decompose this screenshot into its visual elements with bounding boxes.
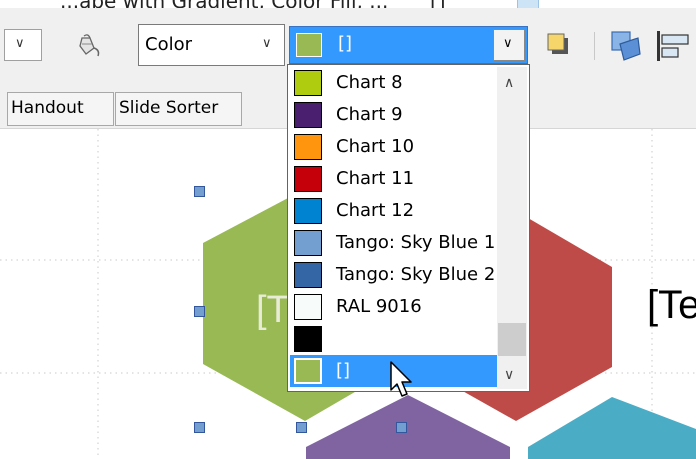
fill-color-dropdown-button[interactable]: ∨ <box>493 29 525 61</box>
color-option-label: Tango: Sky Blue 2 <box>336 264 496 285</box>
align-icon[interactable] <box>655 30 691 62</box>
line-style-combo[interactable]: ∨ <box>4 29 42 61</box>
tooltip-cut-text: ...ape with Gradient, Color Fill, ... <box>60 0 388 8</box>
tab-slide-sorter[interactable]: Slide Sorter <box>115 92 242 126</box>
area-style-dropdown-button[interactable]: ∨ <box>254 25 284 65</box>
hexagon-purple <box>306 395 510 459</box>
fill-color-value: [] <box>338 33 353 54</box>
color-option[interactable]: RAL 9016 <box>290 291 516 323</box>
color-option[interactable]: Chart 8 <box>290 67 516 99</box>
color-option[interactable]: Chart 9 <box>290 99 516 131</box>
color-option[interactable]: Chart 10 <box>290 131 516 163</box>
color-option-label: RAL 9016 <box>336 296 422 317</box>
mouse-pointer-icon <box>390 361 412 397</box>
scroll-up-icon[interactable]: ∧ <box>504 75 514 91</box>
shadow-icon[interactable] <box>545 30 573 60</box>
color-option-label: Chart 12 <box>336 200 415 221</box>
color-swatch <box>294 102 322 128</box>
fill-color-combo[interactable]: [] ∨ <box>289 26 528 64</box>
color-option[interactable]: Tango: Sky Blue 1 <box>290 227 516 259</box>
color-swatch <box>294 70 322 96</box>
color-option[interactable]: Tango: Sky Blue 2 <box>290 259 516 291</box>
dropdown-scrollbar[interactable]: ∧ ∨ <box>497 67 527 389</box>
scrollbar-thumb[interactable] <box>498 323 526 356</box>
color-option[interactable]: Chart 12 <box>290 195 516 227</box>
color-swatch <box>294 166 322 192</box>
scroll-down-icon[interactable]: ∨ <box>504 367 514 383</box>
color-swatch <box>294 262 322 288</box>
chevron-down-icon: ∨ <box>503 36 513 51</box>
color-option[interactable]: Chart 11 <box>290 163 516 195</box>
chevron-down-icon: ∨ <box>262 36 272 51</box>
color-option-label: Tango: Sky Blue 1 <box>336 232 496 253</box>
color-option-label: Chart 11 <box>336 168 415 189</box>
area-style-combo[interactable]: Color ∨ <box>138 24 285 66</box>
selection-handle[interactable] <box>396 422 407 433</box>
hexagon-teal <box>528 397 696 459</box>
color-swatch <box>294 198 322 224</box>
toolbar-separator <box>594 32 595 60</box>
color-swatch <box>294 294 322 320</box>
fill-color-dropdown-list[interactable]: Chart 8 Chart 9 Chart 10 Chart 11 Chart … <box>287 64 530 392</box>
tab-handout[interactable]: Handout <box>7 92 114 126</box>
color-option-label: [] <box>336 360 351 381</box>
color-option-label: Chart 9 <box>336 104 403 125</box>
top-strip: ...ape with Gradient, Color Fill, ... [] <box>0 0 696 8</box>
area-style-value: Color <box>145 34 192 55</box>
selection-handle[interactable] <box>194 306 205 317</box>
color-option-label: Chart 8 <box>336 72 403 93</box>
hexagon-red-text[interactable]: [Te <box>647 283 696 328</box>
selection-handle[interactable] <box>194 186 205 197</box>
selection-handle[interactable] <box>194 422 205 433</box>
color-swatch <box>294 326 322 352</box>
color-swatch <box>294 230 322 256</box>
cut-highlight <box>517 0 539 8</box>
fill-color-swatch <box>296 33 322 57</box>
color-swatch <box>294 358 322 384</box>
paint-bucket-icon[interactable] <box>76 34 104 58</box>
chevron-down-icon[interactable]: ∨ <box>15 36 25 51</box>
color-option[interactable] <box>290 323 516 355</box>
arrange-icon[interactable] <box>610 30 644 62</box>
color-option-label: Chart 10 <box>336 136 415 157</box>
selection-handle[interactable] <box>296 422 307 433</box>
color-swatch <box>294 134 322 160</box>
cut-bracket-text: [] <box>430 0 446 8</box>
